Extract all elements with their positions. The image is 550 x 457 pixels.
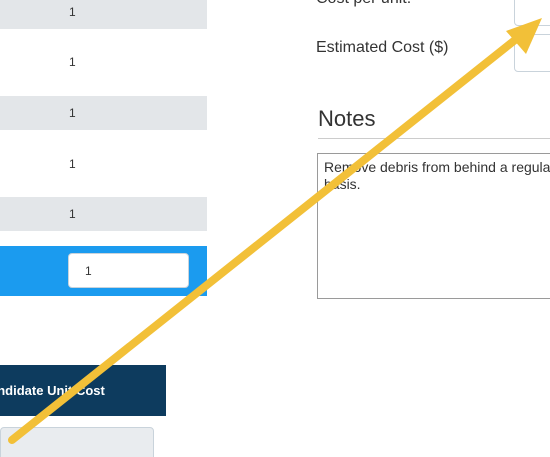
quantity-cell: 1 [69,5,76,19]
notes-text: Remove debris from behind a regular basi… [324,159,550,192]
notes-heading: Notes [318,106,376,131]
table-row[interactable]: 1 [0,45,207,79]
estimated-cost-label: Estimated Cost ($) [316,39,449,56]
table-row[interactable]: 1 [0,147,207,181]
quantity-input[interactable] [68,253,189,288]
quantity-cell: 1 [69,106,76,120]
cost-per-unit-input[interactable] [514,0,550,26]
cost-per-unit-label: Cost per unit: [316,0,411,8]
quantity-cell: 1 [69,55,76,69]
quantity-cell: 1 [69,207,76,221]
selected-table-row[interactable] [0,246,207,296]
table-row[interactable]: 1 [0,197,207,231]
table-row[interactable]: 1 [0,96,207,130]
candidate-unit-cost-label: andidate Unit Cost [0,383,105,398]
estimated-cost-input[interactable] [514,34,550,72]
notes-textarea[interactable]: Remove debris from behind a regular basi… [317,153,550,299]
quantity-table: 1 1 1 1 1 [0,0,207,302]
candidate-unit-cost-input[interactable] [0,427,154,457]
table-row[interactable]: 1 [0,0,207,29]
screen: 1 1 1 1 1 andidate Unit Cost Cost per un… [0,0,550,457]
notes-divider [318,138,550,139]
candidate-unit-cost-header: andidate Unit Cost [0,365,166,416]
quantity-cell: 1 [69,157,76,171]
